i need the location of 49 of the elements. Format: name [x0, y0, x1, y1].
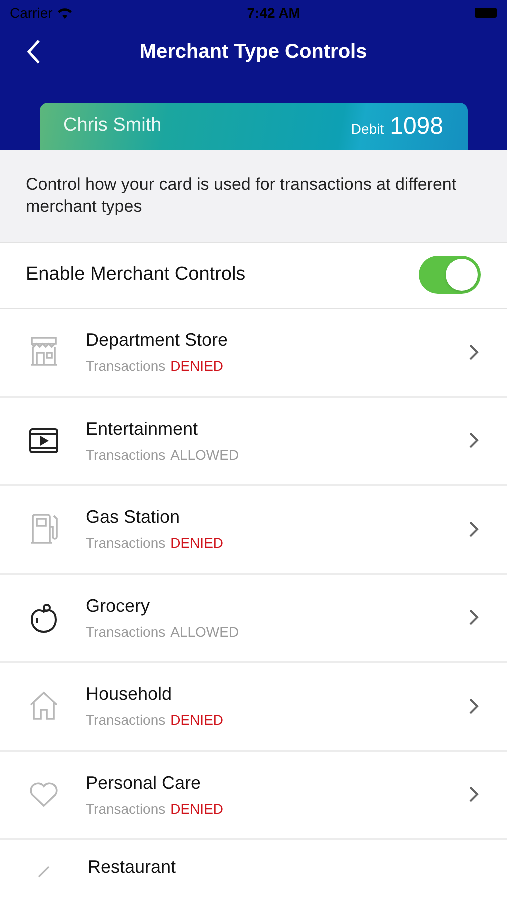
cardholder-name: Chris Smith [64, 114, 162, 138]
transactions-label: Transactions [86, 800, 166, 819]
card-number: 1098 [390, 112, 444, 142]
merchant-name: Grocery [86, 594, 152, 618]
chevron-right-icon [469, 609, 479, 626]
merchant-row[interactable]: Personal Care Transactions DENIED [0, 752, 507, 840]
house-icon [29, 691, 59, 722]
wifi-icon [56, 7, 73, 19]
clock: 7:42 AM [247, 4, 300, 22]
transaction-status: DENIED [170, 534, 224, 554]
merchant-row[interactable]: Household Transactions DENIED [0, 663, 507, 752]
transaction-status: DENIED [170, 711, 224, 730]
transactions-label: Transactions [86, 446, 166, 465]
transactions-label: Transactions [86, 622, 166, 642]
card-type: Debit [351, 120, 384, 138]
fuel-pump-icon [29, 513, 59, 546]
transactions-label: Transactions [86, 534, 166, 554]
merchant-row[interactable]: Entertainment Transactions ALLOWED [0, 398, 507, 486]
transaction-status: ALLOWED [170, 446, 240, 465]
chevron-right-icon [469, 432, 479, 450]
transactions-label: Transactions [86, 711, 166, 730]
apple-icon [30, 602, 58, 634]
merchant-name: Restaurant [88, 856, 176, 880]
merchant-row[interactable]: Grocery Transactions ALLOWED [0, 574, 507, 664]
transaction-status: ALLOWED [170, 622, 240, 642]
toggle-label: Enable Merchant Controls [26, 263, 246, 288]
merchant-controls-switch[interactable] [419, 256, 481, 294]
back-chevron-icon [27, 39, 41, 65]
transaction-status: DENIED [170, 357, 224, 376]
merchant-row[interactable]: Department Store Transactions DENIED [0, 309, 507, 398]
merchant-name: Department Store [86, 329, 230, 352]
film-icon [29, 428, 59, 454]
merchant-name: Entertainment [86, 418, 200, 441]
screen-title: Merchant Type Controls [140, 40, 368, 65]
chevron-right-icon [469, 698, 479, 715]
carrier-label: Carrier [10, 4, 53, 22]
chevron-right-icon [469, 786, 479, 804]
chevron-right-icon [469, 344, 479, 361]
chevron-right-icon [469, 520, 479, 538]
merchant-row[interactable]: Gas Station Transactions DENIED [0, 486, 507, 575]
heart-icon [29, 782, 59, 808]
merchant-name: Personal Care [86, 772, 202, 795]
battery-icon [474, 8, 497, 18]
description-text: Control how your card is used for transactions at different merchant types [26, 174, 458, 218]
storefront-icon [29, 336, 59, 368]
transactions-label: Transactions [86, 357, 166, 376]
merchant-name: Gas Station [86, 506, 182, 530]
transaction-status: DENIED [170, 800, 224, 819]
merchant-name: Household [86, 683, 174, 706]
